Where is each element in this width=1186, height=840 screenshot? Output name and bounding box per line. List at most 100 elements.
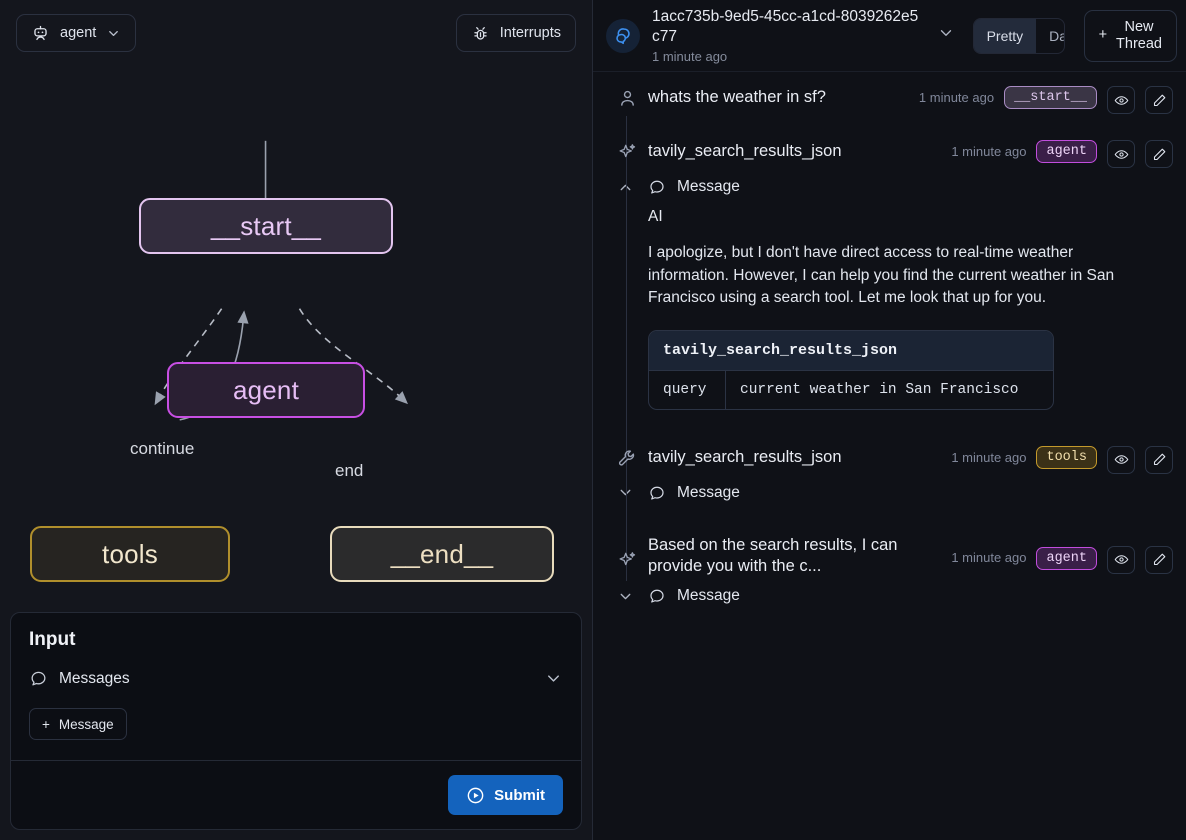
tool-call-table: tavily_search_results_json query current… — [648, 329, 1054, 410]
chevron-down-icon[interactable] — [544, 669, 563, 688]
interrupts-label: Interrupts — [499, 25, 561, 41]
chat-bubble-icon — [648, 587, 666, 605]
graph-panel: agent Interrupts __start__ agent tools _… — [0, 0, 593, 840]
status-badge: __start__ — [1004, 86, 1097, 109]
message-gutter — [606, 140, 648, 490]
graph-node-start[interactable]: __start__ — [139, 198, 393, 254]
app-root: agent Interrupts __start__ agent tools _… — [0, 0, 1186, 840]
chevron-down-icon — [106, 26, 121, 41]
view-mode-pretty[interactable]: Pretty — [973, 18, 1037, 53]
message-collapse-toggle[interactable]: Message — [620, 587, 1173, 605]
tool-call-arg-key: query — [649, 370, 726, 409]
edge-label-end: end — [335, 461, 364, 480]
status-badge: agent — [1036, 546, 1097, 570]
messages-section-toggle[interactable]: Messages — [29, 667, 563, 692]
message-collapse-label: Message — [677, 483, 740, 501]
new-thread-line2: Thread — [1116, 35, 1162, 52]
interrupts-button[interactable]: Interrupts — [455, 14, 576, 52]
message-header: Based on the search results, I can provi… — [648, 534, 1173, 577]
graph-node-tools-label: tools — [102, 538, 158, 569]
message-collapse-toggle[interactable]: Message — [620, 483, 1173, 502]
graph-node-tools[interactable]: tools — [30, 526, 230, 582]
tool-call-name: tavily_search_results_json — [649, 330, 1053, 371]
message-item: whats the weather in sf? 1 minute ago __… — [606, 72, 1173, 208]
message-header: tavily_search_results_json 1 minute ago … — [648, 140, 1173, 168]
tool-call-row: query current weather in San Francisco — [649, 370, 1053, 409]
thread-header: 1acc735b-9ed5-45cc-a1cd-8039262e5c77 1 m… — [593, 0, 1186, 72]
message-gutter — [606, 534, 648, 609]
thread-timestamp: 1 minute ago — [652, 49, 728, 65]
add-message-label: Message — [58, 716, 114, 732]
message-gutter — [606, 446, 648, 581]
pencil-icon[interactable] — [1145, 545, 1173, 574]
sparkle-icon — [617, 140, 638, 414]
message-content: whats the weather in sf? 1 minute ago __… — [648, 86, 1173, 118]
message-item: Based on the search results, I can provi… — [606, 506, 1173, 609]
message-timestamp: 1 minute ago — [951, 144, 1027, 159]
messages-section-label: Messages — [59, 669, 130, 687]
input-card: Input Messages + Message Submit — [10, 612, 582, 830]
tool-call-arg-value: current weather in San Francisco — [740, 381, 1019, 398]
eye-icon[interactable] — [1107, 140, 1135, 168]
eye-icon[interactable] — [1107, 86, 1135, 114]
message-item: tavily_search_results_json 1 minute ago … — [606, 118, 1173, 490]
add-message-button[interactable]: + Message — [29, 708, 127, 740]
user-icon — [617, 86, 638, 118]
chat-bubble-icon — [648, 484, 666, 502]
graph-node-agent[interactable]: agent — [167, 362, 365, 418]
submit-button[interactable]: Submit — [448, 775, 563, 815]
assistant-selector[interactable]: agent — [16, 14, 137, 52]
bug-icon — [471, 24, 490, 43]
robot-icon — [31, 24, 50, 43]
view-mode-toggle[interactable]: Pretty Data — [972, 17, 1065, 54]
message-timestamp: 1 minute ago — [951, 449, 1027, 465]
message-title: Based on the search results, I can provi… — [648, 535, 898, 575]
message-timestamp: 1 minute ago — [951, 549, 1027, 565]
edge-label-continue: continue — [130, 439, 195, 458]
graph-toolbar: agent Interrupts — [0, 0, 592, 66]
graph-canvas[interactable]: __start__ agent tools __end__ continue e… — [0, 66, 592, 612]
new-thread-line1: New — [1124, 18, 1154, 35]
message-collapse-label: Message — [677, 587, 740, 605]
message-collapse-toggle[interactable]: Message — [620, 178, 1173, 196]
message-body-text: I apologize, but I don't have direct acc… — [648, 244, 1115, 307]
message-timestamp: 1 minute ago — [918, 90, 995, 105]
chat-bubble-icon — [29, 669, 48, 688]
thread-chevron-down-icon[interactable] — [931, 24, 961, 47]
message-gutter — [606, 86, 648, 208]
chat-bubble-icon — [648, 178, 666, 196]
graph-node-end-label: __end__ — [390, 538, 494, 569]
graph-node-end[interactable]: __end__ — [330, 526, 554, 582]
input-card-body: Input Messages + Message — [11, 613, 581, 760]
message-content: Based on the search results, I can provi… — [620, 534, 1173, 609]
new-thread-label: New Thread — [1116, 19, 1162, 52]
plus-icon: + — [42, 716, 50, 732]
assistant-selector-label: agent — [60, 25, 97, 41]
input-card-footer: Submit — [11, 760, 581, 829]
eye-icon[interactable] — [1107, 445, 1135, 474]
message-role-label: AI — [648, 208, 663, 225]
message-collapse-label: Message — [677, 178, 740, 195]
play-circle-icon — [466, 786, 485, 805]
message-item: tavily_search_results_json 1 minute ago … — [606, 414, 1173, 581]
graph-node-start-label: __start__ — [210, 210, 322, 241]
wrench-icon — [617, 446, 638, 506]
view-mode-data[interactable]: Data — [1036, 19, 1063, 53]
message-title: tavily_search_results_json — [648, 447, 842, 466]
message-title: tavily_search_results_json — [648, 142, 842, 160]
status-badge: agent — [1036, 140, 1097, 163]
plus-icon: + — [1098, 27, 1108, 44]
pencil-icon[interactable] — [1145, 86, 1173, 114]
input-title: Input — [29, 629, 76, 650]
message-title: whats the weather in sf? — [648, 88, 826, 106]
pencil-icon[interactable] — [1145, 445, 1173, 474]
new-thread-button[interactable]: + New Thread — [1083, 9, 1177, 62]
message-content: tavily_search_results_json 1 minute ago … — [620, 445, 1173, 506]
status-badge: tools — [1036, 445, 1097, 469]
sparkle-icon — [617, 534, 638, 609]
message-header: whats the weather in sf? 1 minute ago __… — [648, 86, 1173, 114]
pencil-icon[interactable] — [1145, 140, 1173, 168]
message-list[interactable]: whats the weather in sf? 1 minute ago __… — [593, 72, 1186, 840]
eye-icon[interactable] — [1107, 545, 1135, 574]
langgraph-logo-icon — [606, 18, 640, 53]
